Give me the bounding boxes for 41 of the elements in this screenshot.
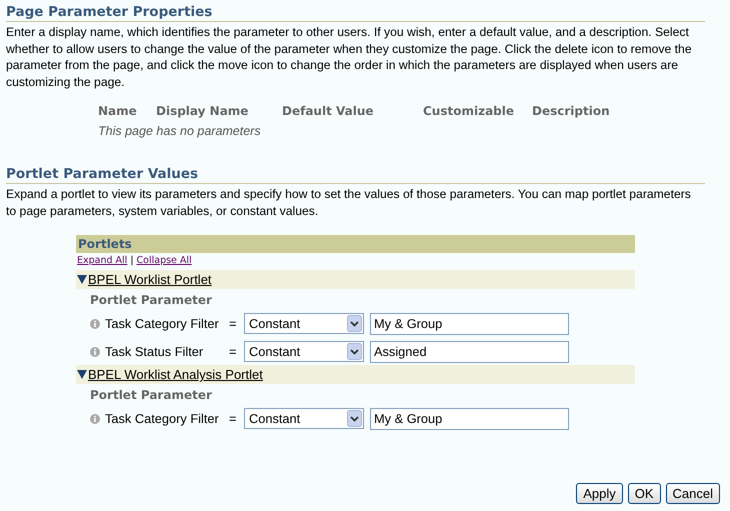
- dropdown-caret-icon[interactable]: [347, 410, 362, 427]
- dialog-button[interactable]: OK: [628, 483, 661, 504]
- link-separator: |: [130, 255, 134, 266]
- column-header: Display Name: [156, 104, 250, 118]
- dialog-button[interactable]: Cancel: [666, 483, 720, 504]
- value-field[interactable]: My & Group: [370, 312, 569, 334]
- parameter-label: Task Status Filter: [105, 344, 204, 359]
- info-icon: [90, 318, 100, 328]
- empty-message: This page has no parameters: [98, 124, 262, 138]
- section-description: Enter a display name, which identifies the parameter to other users. If you wish, enter a default value, and a description. Select whether to allow users to change the value of the parameter when they customize the page. Click the delete icon to remove the parameter from the page, and click the move icon to change the order in which the parameters are displayed when users are customizing the page.: [6, 24, 693, 90]
- section-title: Page Parameter Properties: [6, 4, 705, 22]
- panel-header: Portlets: [76, 235, 635, 253]
- column-header: Description: [532, 104, 611, 118]
- collapse-all-link[interactable]: Collapse All: [136, 255, 192, 266]
- portlet-link[interactable]: BPEL Worklist Analysis Portlet: [88, 367, 263, 382]
- column-header: Default Value: [282, 104, 375, 118]
- equals-sign: =: [229, 411, 238, 426]
- expanded-triangle-icon[interactable]: [77, 370, 87, 379]
- section-title: Portlet Parameter Values: [6, 166, 705, 184]
- equals-sign: =: [229, 344, 238, 359]
- portlet-link[interactable]: BPEL Worklist Portlet: [88, 272, 212, 287]
- value-field[interactable]: Assigned: [370, 340, 569, 362]
- dropdown-caret-icon[interactable]: [347, 343, 362, 360]
- expand-all-link[interactable]: Expand All: [77, 255, 128, 266]
- dropdown-caret-icon[interactable]: [347, 315, 362, 332]
- column-header: Name: [98, 104, 138, 118]
- parameter-label: Task Category Filter: [105, 411, 220, 426]
- source-dropdown[interactable]: Constant: [244, 313, 364, 334]
- section-label: Portlet Parameter: [90, 388, 213, 402]
- source-dropdown[interactable]: Constant: [244, 341, 364, 362]
- section-description: Expand a portlet to view its parameters and specify how to set the values of those parameters. You can map portlet parameters to page parameters, system variables, or constant values.: [6, 186, 692, 219]
- dialog-button[interactable]: Apply: [576, 483, 623, 504]
- source-dropdown[interactable]: Constant: [244, 408, 364, 429]
- section-label: Portlet Parameter: [90, 293, 213, 307]
- info-icon: [90, 346, 100, 356]
- parameter-label: Task Category Filter: [105, 316, 220, 331]
- info-icon: [90, 414, 100, 424]
- expanded-triangle-icon[interactable]: [77, 275, 87, 284]
- equals-sign: =: [229, 316, 238, 331]
- value-field[interactable]: My & Group: [370, 408, 569, 430]
- column-header: Customizable: [423, 104, 516, 118]
